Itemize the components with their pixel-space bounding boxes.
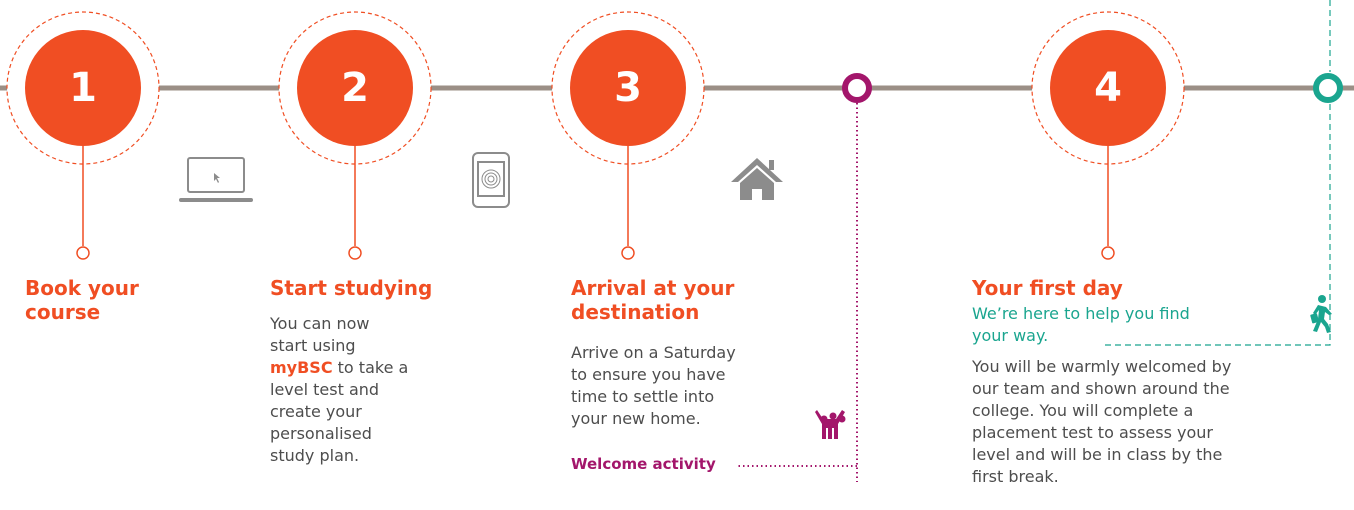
welcome-activity-label: Welcome activity [571,455,716,473]
step-4-description: You will be warmly welcomed by our team … [972,357,1232,486]
tablet-fingerprint-icon [472,152,510,208]
house-icon [731,158,783,200]
teal-node [1313,73,1343,103]
step-2-description: You can now start using myBSC to take a … [270,313,410,467]
people-group-icon [815,410,846,439]
step-2-number: 2 [297,30,413,146]
step-2-text-before: You can now start using [270,314,370,355]
step-3-number: 3 [570,30,686,146]
step-connectors [76,146,1115,260]
step-1-title: Book your course [25,276,139,324]
step-3-title: Arrival at your destination [571,276,735,324]
mybsc-link[interactable]: myBSC [270,358,333,377]
timeline-diagram: 1 2 3 4 Book your course Start studying … [0,0,1354,510]
step-4-title: Your first day [972,276,1123,300]
walking-person-icon [1310,295,1332,333]
magenta-node [842,73,872,103]
step-3-description: Arrive on a Saturday to ensure you have … [571,343,736,428]
step-4-subtitle: We’re here to help you find your way. [972,304,1190,345]
step-1-number: 1 [25,30,141,146]
step-4-number: 4 [1050,30,1166,146]
laptop-icon [179,157,253,202]
step-2-title: Start studying [270,276,433,300]
